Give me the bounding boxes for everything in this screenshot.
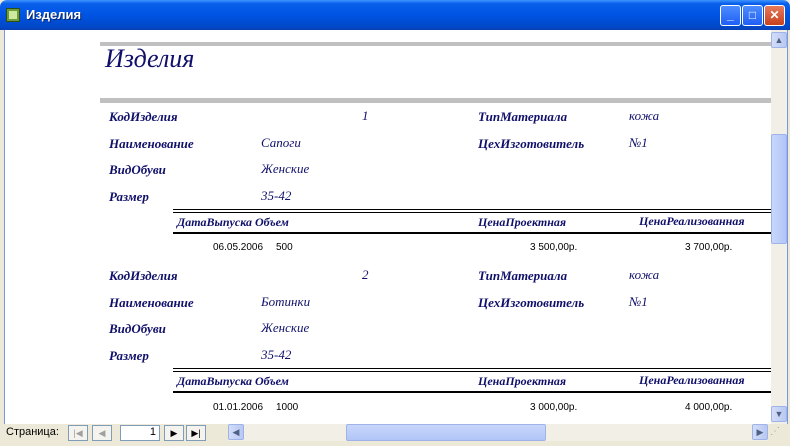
prev-page-button[interactable]: ◀ xyxy=(92,425,112,441)
page-label: Страница: xyxy=(6,426,59,438)
detail-line xyxy=(173,212,771,213)
detail-line xyxy=(173,232,771,234)
navigation-bar: Страница: |◀ ◀ 1 ▶ ▶| ◀ ▶ ⋰ xyxy=(4,424,786,442)
detail-line xyxy=(173,368,771,369)
value-name: Сапоги xyxy=(261,135,301,150)
first-page-icon: |◀ xyxy=(73,428,83,438)
detail-line xyxy=(173,371,771,372)
report-frame: Изделия КодИзделия 1 ТипМатериала кожа Н… xyxy=(4,30,788,424)
window-title: Изделия xyxy=(26,7,82,22)
report-page: Изделия КодИзделия 1 ТипМатериала кожа Н… xyxy=(5,30,771,424)
next-page-button[interactable]: ▶ xyxy=(164,425,184,441)
detail-volume: 1000 xyxy=(276,402,299,413)
label-workshop: ЦехИзготовитель xyxy=(478,136,585,151)
scroll-up-button[interactable]: ▲ xyxy=(771,32,787,48)
report-window: Изделия _ □ ✕ Изделия КодИзделия 1 ТипМа… xyxy=(0,0,790,446)
scroll-down-button[interactable]: ▼ xyxy=(771,406,787,422)
last-page-button[interactable]: ▶| xyxy=(186,425,206,441)
label-material: ТипМатериала xyxy=(478,109,568,124)
report-icon xyxy=(6,8,20,22)
header-bar-top xyxy=(100,42,771,46)
value-type: Женские xyxy=(261,320,310,335)
detail-volume: 500 xyxy=(276,242,293,253)
scroll-right-button[interactable]: ▶ xyxy=(752,424,768,440)
value-size: 35-42 xyxy=(261,188,292,203)
maximize-button[interactable]: □ xyxy=(742,5,763,26)
header-bar-bottom xyxy=(100,98,771,103)
header-date-volume: ДатаВыпуска Объем xyxy=(177,374,289,388)
label-type: ВидОбуви xyxy=(109,321,166,336)
next-page-icon: ▶ xyxy=(170,428,178,438)
label-workshop: ЦехИзготовитель xyxy=(478,295,585,310)
value-size: 35-42 xyxy=(261,347,292,362)
value-code: 2 xyxy=(362,267,369,282)
label-name: Наименование xyxy=(109,295,194,310)
header-price-real: ЦенаРеализованная xyxy=(639,373,745,387)
value-material: кожа xyxy=(629,267,660,282)
header-price-real: ЦенаРеализованная xyxy=(639,214,745,228)
label-size: Размер xyxy=(109,189,149,204)
header-date-volume: ДатаВыпуска Объем xyxy=(177,215,289,229)
close-button[interactable]: ✕ xyxy=(764,5,785,26)
detail-line xyxy=(173,209,771,210)
value-material: кожа xyxy=(629,108,660,123)
last-page-icon: ▶| xyxy=(191,428,201,438)
detail-line xyxy=(173,391,771,393)
detail-price-real: 3 700,00р. xyxy=(685,242,733,253)
label-code: КодИзделия xyxy=(109,109,178,124)
detail-price-plan: 3 000,00р. xyxy=(530,402,578,413)
scroll-left-button[interactable]: ◀ xyxy=(228,424,244,440)
prev-page-icon: ◀ xyxy=(98,428,106,438)
page-number-input[interactable]: 1 xyxy=(120,425,160,441)
detail-price-plan: 3 500,00р. xyxy=(530,242,578,253)
value-code: 1 xyxy=(362,108,369,123)
label-name: Наименование xyxy=(109,136,194,151)
title-bar[interactable]: Изделия _ □ ✕ xyxy=(0,0,790,30)
label-type: ВидОбуви xyxy=(109,162,166,177)
value-type: Женские xyxy=(261,161,310,176)
horizontal-scroll-thumb[interactable] xyxy=(346,424,546,441)
horizontal-scrollbar[interactable]: ◀ ▶ xyxy=(228,424,768,441)
first-page-button[interactable]: |◀ xyxy=(68,425,88,441)
header-price-plan: ЦенаПроектная xyxy=(478,374,567,388)
detail-date: 06.05.2006 xyxy=(213,242,264,253)
vertical-scroll-thumb[interactable] xyxy=(771,134,787,244)
label-code: КодИзделия xyxy=(109,268,178,283)
detail-price-real: 4 000,00р. xyxy=(685,402,733,413)
value-workshop: №1 xyxy=(629,294,648,309)
label-size: Размер xyxy=(109,348,149,363)
minimize-button[interactable]: _ xyxy=(720,5,741,26)
value-workshop: №1 xyxy=(629,135,648,150)
detail-date: 01.01.2006 xyxy=(213,402,264,413)
value-name: Ботинки xyxy=(261,294,311,309)
resize-grip-icon[interactable]: ⋰ xyxy=(770,426,784,440)
label-material: ТипМатериала xyxy=(478,268,568,283)
report-title: Изделия xyxy=(105,44,195,73)
vertical-scrollbar[interactable]: ▲ ▼ xyxy=(771,30,787,424)
header-price-plan: ЦенаПроектная xyxy=(478,215,567,229)
